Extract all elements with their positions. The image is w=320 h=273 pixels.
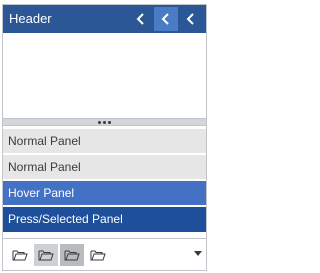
grip-dots-icon [98,120,111,124]
folder-icon [12,250,28,261]
navigation-pane: Header Normal Panel Normal Panel Hover P… [2,4,207,271]
overflow-toolbar [3,238,206,270]
panel-item[interactable]: Normal Panel [3,129,206,154]
splitter-handle[interactable] [3,118,206,126]
toolbar-button-hover[interactable] [34,244,58,266]
toolbar-button[interactable] [8,244,32,266]
chevron-left-icon [136,13,144,25]
chevron-left-icon [161,13,169,25]
collapse-button-hover[interactable] [154,7,178,31]
header-bar: Header [3,5,206,33]
folder-icon [64,250,80,261]
folder-icon [90,250,106,261]
panel-item[interactable]: Normal Panel [3,155,206,180]
collapse-button[interactable] [129,7,153,31]
dropdown-arrow-icon[interactable] [194,251,202,256]
content-area [3,33,206,118]
panel-item-hover[interactable]: Hover Panel [3,181,206,206]
chevron-left-icon [186,13,194,25]
toolbar-button[interactable] [86,244,110,266]
header-title: Header [9,11,52,26]
folder-icon [38,250,54,261]
toolbar-button-pressed[interactable] [60,244,84,266]
collapse-button-pressed[interactable] [179,7,203,31]
panel-item-selected[interactable]: Press/Selected Panel [3,207,206,232]
